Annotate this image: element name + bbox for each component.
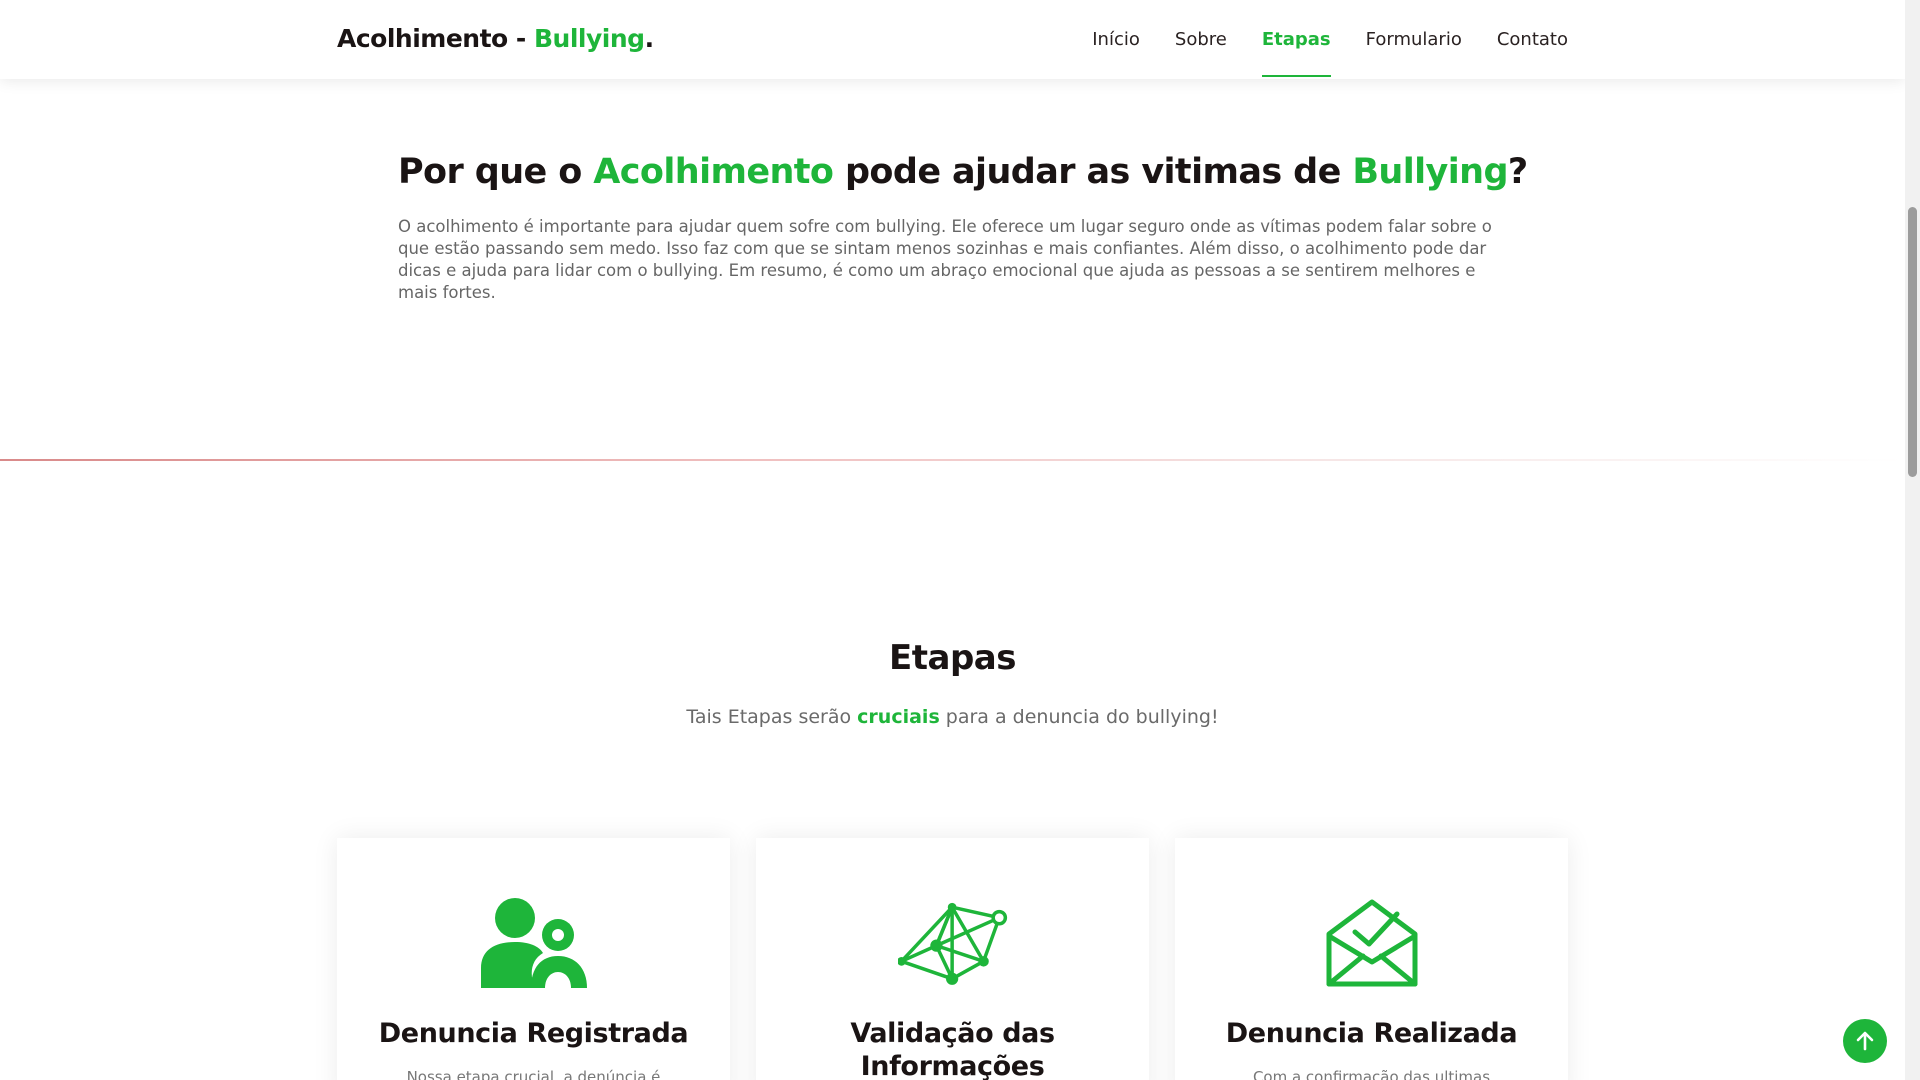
about-title-text-1: Por que o	[398, 152, 594, 192]
step-card-denuncia-realizada: Denuncia Realizada Com a confirmação das…	[1175, 838, 1568, 1080]
about-title-text-3: ?	[1507, 152, 1528, 192]
site-logo[interactable]: Acolhimento - Bullying.	[337, 24, 654, 53]
section-divider	[0, 459, 1905, 461]
etapas-title: Etapas	[889, 638, 1016, 678]
arrow-up-icon	[1856, 1031, 1874, 1051]
envelope-check-icon	[1317, 898, 1427, 988]
nav-item-sobre[interactable]: Sobre	[1175, 0, 1227, 79]
about-title-accent-1: Acolhimento	[593, 152, 834, 192]
about-text: O acolhimento é importante para ajudar q…	[398, 217, 1492, 302]
nav-item-inicio[interactable]: Início	[1092, 0, 1140, 79]
about-section: Por que o Acolhimento pode ajudar as vit…	[398, 152, 1528, 304]
about-title-text-2: pode ajudar as vitimas de	[833, 152, 1353, 192]
step-card-title: Denuncia Realizada	[1225, 1018, 1518, 1049]
about-title-accent-2: Bullying	[1352, 152, 1508, 192]
back-to-top-button[interactable]	[1843, 1019, 1887, 1063]
step-card-title: Validação das Informações	[850, 1018, 1055, 1080]
etapas-subtitle-text-1: Tais Etapas serão	[686, 706, 858, 728]
logo-text: Acolhimento -	[337, 24, 534, 53]
etapas-subtitle: Tais Etapas serão cruciais para a denunc…	[0, 706, 1905, 728]
logo-accent: Bullying	[534, 24, 645, 53]
step-card-denuncia-registrada: Denuncia Registrada Nossa etapa crucial,…	[337, 838, 730, 1080]
nav-item-formulario[interactable]: Formulario	[1366, 0, 1462, 79]
step-card-validacao: Validação das Informações	[756, 838, 1149, 1080]
page-scrollbar[interactable]	[1905, 0, 1920, 1080]
page: Acolhimento - Bullying. Início Sobre Eta…	[0, 0, 1905, 1080]
scrollbar-thumb[interactable]	[1908, 207, 1917, 477]
step-card-text: Nossa etapa crucial, a denúncia é	[406, 1068, 661, 1080]
network-icon	[897, 898, 1008, 988]
site-header: Acolhimento - Bullying. Início Sobre Eta…	[0, 0, 1905, 79]
step-card-text: Com a confirmação das ultimas	[1252, 1068, 1491, 1080]
nav-item-contato[interactable]: Contato	[1497, 0, 1568, 79]
logo-dot: .	[644, 24, 655, 53]
nav-item-etapas[interactable]: Etapas	[1261, 0, 1331, 79]
step-card-title: Denuncia Registrada	[378, 1018, 689, 1049]
about-title: Por que o Acolhimento pode ajudar as vit…	[398, 152, 1528, 192]
people-icon	[479, 898, 589, 988]
etapas-subtitle-accent: cruciais	[857, 706, 940, 728]
etapas-subtitle-text-2: para a denuncia do bullying!	[939, 706, 1219, 728]
main-nav: Início Sobre Etapas Formulario Contato	[1092, 0, 1568, 79]
